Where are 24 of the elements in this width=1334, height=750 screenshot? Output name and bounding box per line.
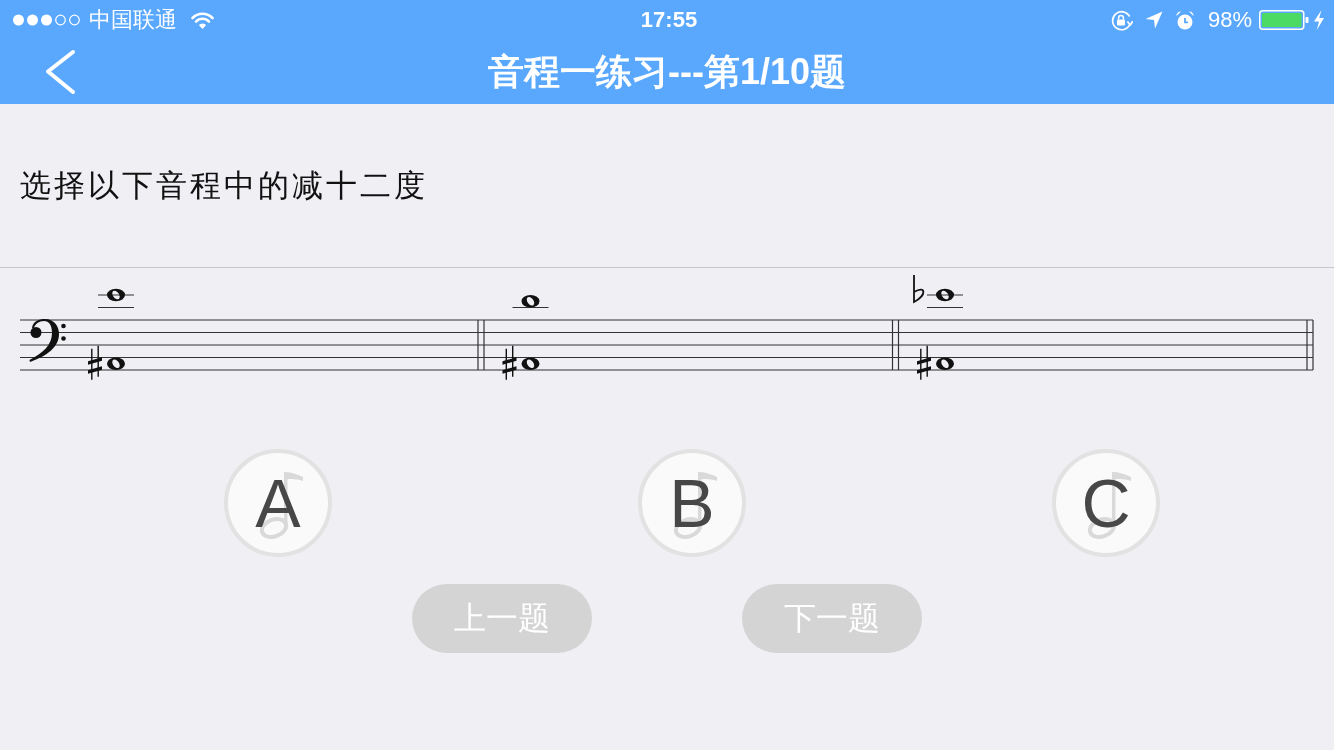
battery-icon	[1259, 10, 1309, 30]
bass-clef	[29, 319, 66, 362]
back-button[interactable]	[45, 49, 76, 95]
wifi-icon	[191, 11, 214, 29]
whole-note	[511, 295, 550, 309]
battery-percentage: 98%	[1207, 9, 1252, 31]
page-title: 音程一练习---第1/10题	[488, 50, 846, 94]
sharp-whole-note	[88, 345, 125, 381]
sharp-whole-note	[502, 345, 540, 381]
whole-note	[97, 288, 135, 309]
chevron-left-icon	[45, 49, 76, 95]
alarm-clock-icon	[1175, 10, 1194, 30]
sharp-whole-note	[917, 345, 954, 381]
answer-option-button[interactable]: A	[224, 449, 332, 557]
charging-bolt-icon	[1313, 10, 1325, 30]
status-time: 17:55	[640, 9, 698, 31]
flat-whole-note	[913, 274, 964, 309]
location-arrow-icon	[1144, 11, 1163, 29]
signal-icon	[13, 14, 80, 26]
question-prompt: 选择以下音程中的减十二度	[20, 166, 428, 205]
rotation-lock-icon	[1109, 9, 1133, 31]
answer-option-button[interactable]: B	[638, 449, 746, 557]
carrier-name: 中国联通	[89, 9, 177, 31]
answer-option-button[interactable]: C	[1052, 449, 1160, 557]
